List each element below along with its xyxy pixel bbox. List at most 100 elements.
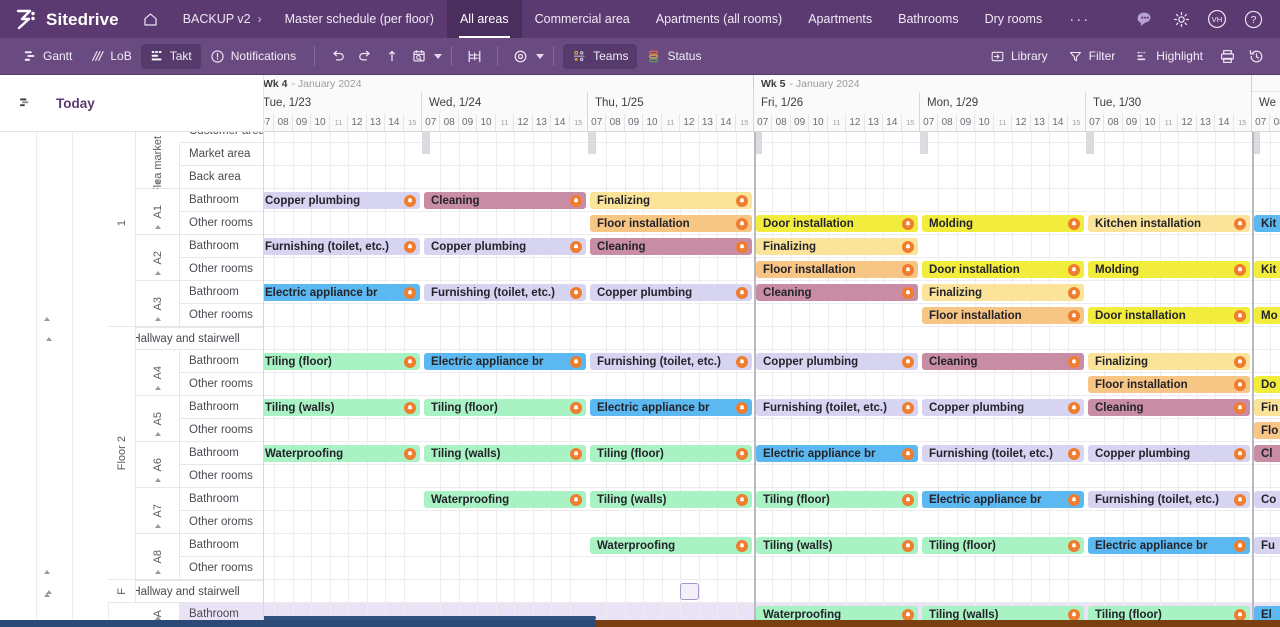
more-tabs-button[interactable]: ···	[1055, 0, 1104, 38]
task-bar[interactable]: Mo	[1254, 307, 1280, 324]
task-alert-icon[interactable]	[902, 539, 914, 552]
task-alert-icon[interactable]	[570, 447, 582, 460]
collapse-toggle-icon[interactable]	[155, 225, 161, 229]
collapse-toggle-icon[interactable]	[155, 179, 161, 183]
task-alert-icon[interactable]	[1068, 355, 1080, 368]
task-alert-icon[interactable]	[570, 401, 582, 414]
today-icon[interactable]	[18, 95, 34, 111]
task-alert-icon[interactable]	[736, 217, 748, 230]
task-alert-icon[interactable]	[1234, 263, 1246, 276]
tab-bathrooms[interactable]: Bathrooms	[885, 0, 971, 38]
tab-commercial-area[interactable]: Commercial area	[522, 0, 643, 38]
task-bar[interactable]: Tiling (floor)	[922, 537, 1084, 554]
visibility-caret-down-icon[interactable]	[536, 53, 545, 59]
task-alert-icon[interactable]	[1234, 447, 1246, 460]
collapse-toggle-icon[interactable]	[155, 432, 161, 436]
task-bar[interactable]: Tiling (walls)	[264, 399, 420, 416]
room-row-label[interactable]: Bathroom	[180, 534, 263, 557]
task-bar[interactable]: Fin	[1254, 399, 1280, 416]
task-bar[interactable]: Tiling (floor)	[756, 491, 918, 508]
room-row-label[interactable]: Back area	[180, 166, 263, 189]
task-bar[interactable]: Copper plumbing	[424, 238, 586, 255]
task-bar[interactable]: Furnishing (toilet, etc.)	[590, 353, 752, 370]
task-alert-icon[interactable]	[736, 355, 748, 368]
task-alert-icon[interactable]	[404, 355, 416, 368]
task-bar[interactable]: Finalizing	[922, 284, 1084, 301]
today-button[interactable]: Today	[56, 96, 95, 111]
task-bar[interactable]: Floor installation	[756, 261, 918, 278]
floor-label[interactable]: F	[108, 580, 136, 603]
task-alert-icon[interactable]	[902, 493, 914, 506]
task-alert-icon[interactable]	[1234, 493, 1246, 506]
task-bar[interactable]: Electric appliance br	[922, 491, 1084, 508]
calendar-caret-down-icon[interactable]	[434, 53, 443, 59]
task-bar[interactable]: Finalizing	[590, 192, 752, 209]
task-bar[interactable]: Copper plumbing	[590, 284, 752, 301]
task-bar[interactable]: Copper plumbing	[756, 353, 918, 370]
task-bar[interactable]: Floor installation	[922, 307, 1084, 324]
task-alert-icon[interactable]	[570, 194, 582, 207]
room-row-label[interactable]: Customer area	[180, 132, 263, 143]
task-alert-icon[interactable]	[570, 286, 582, 299]
task-alert-icon[interactable]	[902, 447, 914, 460]
collapse-toggle-icon[interactable]	[155, 616, 161, 620]
floor-collapse-icon[interactable]	[44, 317, 50, 321]
task-alert-icon[interactable]	[404, 447, 416, 460]
task-bar[interactable]: Molding	[922, 215, 1084, 232]
task-bar[interactable]: Door installation	[756, 215, 918, 232]
task-alert-icon[interactable]	[736, 240, 748, 253]
room-row-label[interactable]: Bathroom	[180, 442, 263, 465]
calendar-search-icon[interactable]	[405, 44, 432, 69]
task-bar[interactable]: Furnishing (toilet, etc.)	[424, 284, 586, 301]
task-alert-icon[interactable]	[404, 240, 416, 253]
task-alert-icon[interactable]	[1068, 286, 1080, 299]
teams-button[interactable]: Teams	[563, 43, 638, 69]
floor-label[interactable]: Floor 2	[108, 327, 136, 580]
task-alert-icon[interactable]	[1068, 401, 1080, 414]
room-row-label[interactable]: Other rooms	[180, 557, 263, 580]
task-bar[interactable]: Electric appliance br	[756, 445, 918, 462]
task-bar[interactable]: Furnishing (toilet, etc.)	[922, 445, 1084, 462]
task-bar[interactable]: Waterproofing	[264, 445, 420, 462]
task-alert-icon[interactable]	[570, 493, 582, 506]
brand-logo-group[interactable]: Sitedrive	[0, 0, 133, 38]
task-bar[interactable]: Cleaning	[424, 192, 586, 209]
day-header[interactable]: Tue, 1/23	[264, 92, 422, 114]
task-alert-icon[interactable]	[404, 286, 416, 299]
task-bar[interactable]: Electric appliance br	[1088, 537, 1250, 554]
task-alert-icon[interactable]	[736, 286, 748, 299]
collapse-toggle-icon[interactable]	[46, 337, 52, 341]
room-row-label[interactable]: Other rooms	[180, 258, 263, 281]
task-bar[interactable]: Fu	[1254, 537, 1280, 554]
floor-collapse-icon[interactable]	[44, 593, 50, 597]
day-header[interactable]: Fri, 1/26	[754, 92, 920, 114]
task-alert-icon[interactable]	[1234, 539, 1246, 552]
task-alert-icon[interactable]	[1068, 539, 1080, 552]
home-icon[interactable]	[133, 0, 169, 38]
task-bar[interactable]: Door installation	[922, 261, 1084, 278]
task-bar[interactable]: Tiling (walls)	[424, 445, 586, 462]
task-bar[interactable]: Tiling (walls)	[756, 537, 918, 554]
upload-icon[interactable]	[378, 44, 405, 69]
day-header[interactable]: Tue, 1/30	[1086, 92, 1252, 114]
tab-master-schedule[interactable]: Master schedule (per floor)	[272, 0, 447, 38]
task-bar[interactable]: Cleaning	[922, 353, 1084, 370]
task-alert-icon[interactable]	[902, 263, 914, 276]
avatar[interactable]: VH	[1200, 0, 1234, 38]
room-row-label[interactable]: Market area	[180, 143, 263, 166]
task-bar[interactable]: Copper plumbing	[1088, 445, 1250, 462]
task-bar[interactable]: Do	[1254, 376, 1280, 393]
breadcrumb[interactable]: BACKUP v2 ›	[169, 0, 272, 38]
eye-icon[interactable]	[507, 44, 534, 69]
day-header[interactable]: We	[1252, 92, 1280, 114]
task-bar[interactable]: Finalizing	[1088, 353, 1250, 370]
room-row-label[interactable]: Bathroom	[180, 350, 263, 373]
collapse-toggle-icon[interactable]	[155, 570, 161, 574]
task-alert-icon[interactable]	[1068, 493, 1080, 506]
task-bar[interactable]: Tiling (floor)	[590, 445, 752, 462]
task-bar[interactable]: Furnishing (toilet, etc.)	[264, 238, 420, 255]
room-row-label[interactable]: Other rooms	[180, 419, 263, 442]
task-alert-icon[interactable]	[1068, 217, 1080, 230]
task-bar[interactable]: Cleaning	[590, 238, 752, 255]
floor-collapse-icon[interactable]	[44, 570, 50, 574]
